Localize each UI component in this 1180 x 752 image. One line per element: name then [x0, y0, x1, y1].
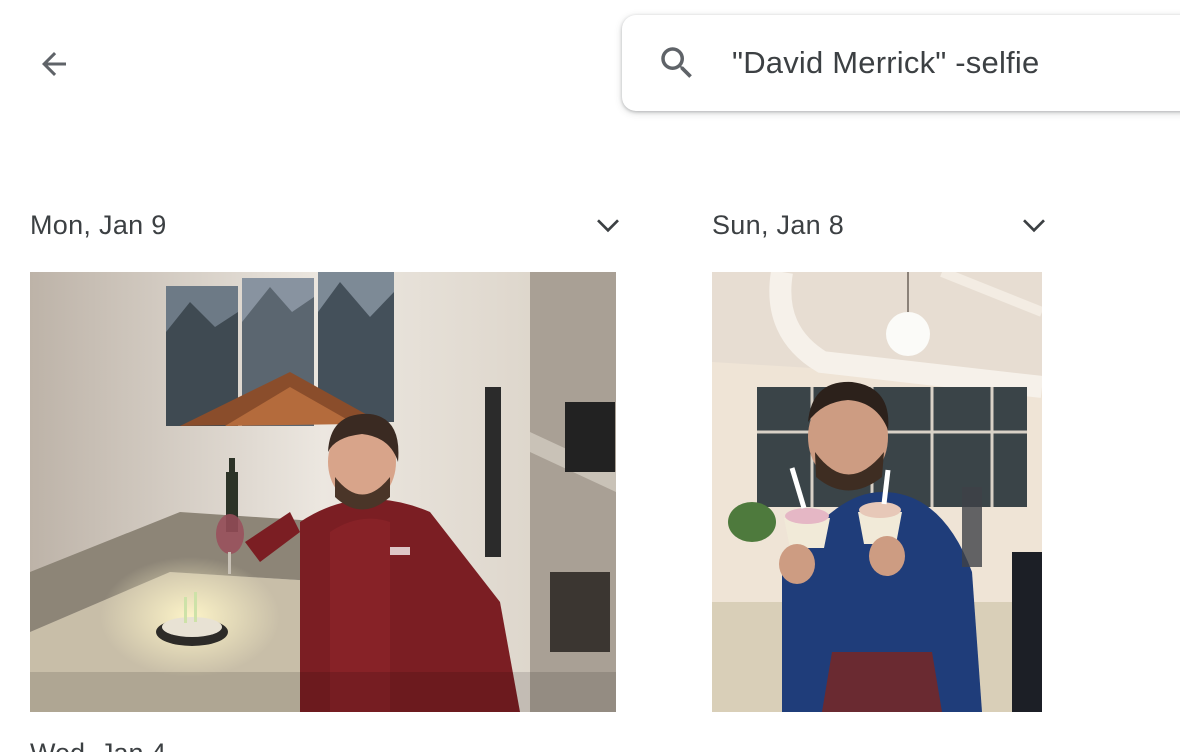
photo-image — [712, 272, 1042, 712]
search-input[interactable] — [732, 39, 1180, 87]
back-button[interactable] — [26, 36, 82, 92]
arrow-back-icon — [42, 52, 66, 76]
search-bar[interactable] — [622, 15, 1180, 111]
date-group-title: Sun, Jan 8 — [712, 209, 845, 240]
date-group-toggle-button[interactable] — [586, 203, 630, 247]
date-group-title: Mon, Jan 9 — [30, 209, 167, 240]
date-group: Sun, Jan 8 — [712, 200, 1045, 712]
photo-image — [30, 272, 616, 712]
photo-thumbnail[interactable] — [712, 272, 1042, 712]
date-group-header: Mon, Jan 9 — [30, 200, 619, 250]
chevron-down-icon — [1023, 219, 1045, 233]
photo-thumbnail[interactable] — [30, 272, 616, 712]
chevron-down-icon — [597, 219, 619, 233]
date-group-header: Sun, Jan 8 — [712, 200, 1045, 250]
date-group-title: Wed, Jan 4 — [30, 738, 166, 752]
date-group: Mon, Jan 9 — [30, 200, 619, 712]
photos-search-results-page: Mon, Jan 9 — [0, 0, 1180, 752]
date-group-toggle-button[interactable] — [1012, 203, 1056, 247]
search-icon[interactable] — [656, 42, 698, 84]
